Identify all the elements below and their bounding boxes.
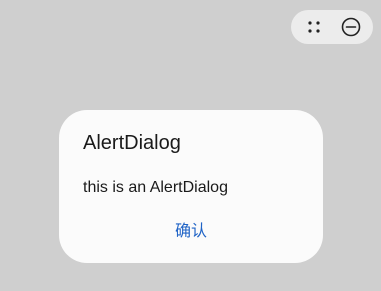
drag-handle-button[interactable]	[297, 10, 331, 44]
minus-circle-icon	[341, 17, 361, 37]
alert-dialog: AlertDialog this is an AlertDialog 确认	[59, 110, 323, 263]
window-controls	[291, 10, 373, 44]
dialog-message: this is an AlertDialog	[83, 179, 228, 196]
dialog-title: AlertDialog	[83, 132, 181, 154]
four-dots-icon	[308, 21, 320, 33]
minimize-button[interactable]	[334, 10, 368, 44]
confirm-button[interactable]: 确认	[59, 214, 323, 244]
